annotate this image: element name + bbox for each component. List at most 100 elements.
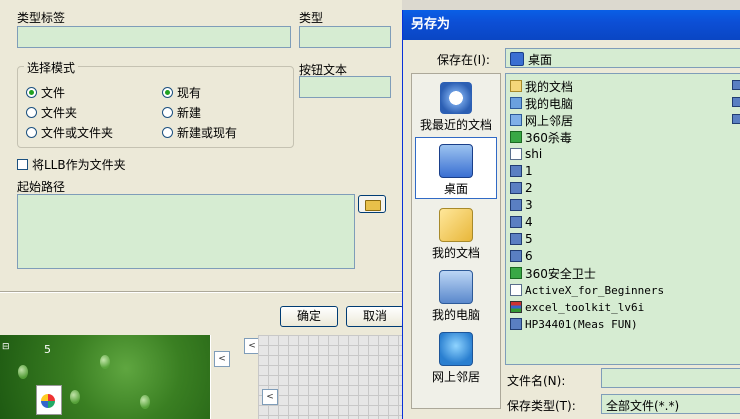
place-my-docs[interactable]: 我的文档 [412, 202, 500, 262]
shortcut-icon [510, 131, 522, 143]
list-item[interactable]: 4 [510, 214, 533, 230]
list-item[interactable]: 1 [510, 163, 533, 179]
type-label-input[interactable] [17, 26, 291, 48]
file-icon [510, 165, 522, 177]
llb-as-folder-checkbox[interactable]: 将LLB作为文件夹 [17, 156, 126, 173]
list-item[interactable]: HP34401(Meas FUN) [510, 316, 638, 332]
file-icon [732, 114, 740, 124]
radio-folder[interactable]: 文件夹 [26, 104, 77, 121]
list-item[interactable]: ActiveX_for_Beginners [510, 282, 664, 298]
desktop-icon [439, 144, 473, 178]
type-caption: 类型 [299, 11, 324, 25]
type-input[interactable] [299, 26, 391, 48]
place-desktop[interactable]: 桌面 [415, 137, 497, 199]
filename-input[interactable] [601, 368, 740, 388]
checkbox-label: 将LLB作为文件夹 [32, 158, 126, 172]
save-as-title[interactable]: 另存为 [403, 10, 740, 40]
file-icon [732, 97, 740, 107]
list-item[interactable]: 2 [510, 180, 533, 196]
radio-label: 文件 [41, 86, 66, 100]
radio-new[interactable]: 新建 [162, 104, 201, 121]
dialog-separator [0, 291, 402, 293]
recent-docs-icon [440, 82, 472, 114]
radio-label: 文件夹 [41, 106, 78, 120]
radio-file-or-folder[interactable]: 文件或文件夹 [26, 124, 113, 141]
filetype-label: 保存类型(T): [507, 399, 576, 413]
folder-icon [510, 80, 522, 92]
radio-new-or-existing[interactable]: 新建或现有 [162, 124, 237, 141]
radio-label: 文件或文件夹 [41, 126, 114, 140]
radio-file[interactable]: 文件 [26, 84, 65, 101]
file-icon [510, 199, 522, 211]
radio-dot [162, 127, 173, 138]
archive-icon [510, 301, 522, 313]
water-drop [140, 395, 150, 409]
radio-dot [162, 87, 173, 98]
water-drop [18, 365, 28, 379]
file-path-config-dialog: 类型标签 类型 选择模式 文件 文件夹 文件或文件夹 现有 新建 新建或现有 按… [0, 0, 404, 335]
cancel-button[interactable]: 取消 [346, 306, 404, 327]
radio-dot [26, 87, 37, 98]
list-item[interactable]: shi [510, 146, 542, 162]
place-label: 桌面 [443, 182, 468, 196]
save-as-dialog: 另存为 保存在(I): 桌面 我最近的文档 桌面 我的文档 我的电脑 网上邻居 … [402, 10, 740, 419]
list-item[interactable]: 我的电脑 [510, 95, 573, 111]
radio-label: 现有 [177, 86, 202, 100]
place-label: 我最近的文档 [419, 118, 492, 132]
place-label: 我的文档 [431, 246, 480, 260]
save-in-value: 桌面 [528, 53, 553, 67]
place-my-computer[interactable]: 我的电脑 [412, 264, 500, 324]
ok-button[interactable]: 确定 [280, 306, 338, 327]
background-mini-label: ⊟ [2, 342, 10, 352]
save-in-label: 保存在(I): [437, 53, 490, 67]
background-grid [258, 335, 408, 419]
scroll-left-arrow[interactable]: < [214, 351, 230, 367]
place-recent-docs[interactable]: 我最近的文档 [412, 76, 500, 136]
file-list[interactable]: 我的文档 我的电脑 网上邻居 360杀毒 shi 1 2 3 4 5 6 360… [505, 73, 740, 365]
desktop-file-icon[interactable] [36, 385, 62, 415]
place-label: 我的电脑 [431, 308, 480, 322]
my-computer-icon [439, 270, 473, 304]
water-drop [100, 355, 110, 369]
filetype-select[interactable]: 全部文件(*.*) [601, 394, 740, 414]
button-text-input[interactable] [299, 76, 391, 98]
list-item[interactable]: excel_toolkit_lv6i [510, 299, 644, 315]
shortcut-icon [510, 267, 522, 279]
network-icon [439, 332, 473, 366]
filename-label: 文件名(N): [507, 374, 566, 388]
file-icon [510, 216, 522, 228]
background-wallpaper [0, 335, 210, 419]
file-icon [510, 318, 522, 330]
checkbox-box [17, 159, 28, 170]
file-icon [510, 233, 522, 245]
my-docs-icon [439, 208, 473, 242]
file-icon [510, 284, 522, 296]
file-icon [510, 182, 522, 194]
network-icon [510, 114, 522, 126]
list-item[interactable]: 我的文档 [510, 78, 573, 94]
start-path-input[interactable] [17, 194, 355, 269]
list-item[interactable]: 360杀毒 [510, 129, 572, 145]
list-item[interactable]: 3 [510, 197, 533, 213]
scroll-left-arrow[interactable]: < [262, 389, 278, 405]
water-drop [70, 390, 80, 404]
radio-existing[interactable]: 现有 [162, 84, 201, 101]
background-page-number: 5 [44, 343, 51, 356]
radio-label: 新建 [177, 106, 202, 120]
computer-icon [510, 97, 522, 109]
list-item[interactable]: 网上邻居 [510, 112, 573, 128]
list-item[interactable]: 6 [510, 248, 533, 264]
list-item[interactable]: 5 [510, 231, 533, 247]
places-bar: 我最近的文档 桌面 我的文档 我的电脑 网上邻居 [411, 73, 501, 409]
browse-folder-button[interactable] [358, 195, 386, 213]
file-icon [510, 148, 522, 160]
radio-dot [26, 107, 37, 118]
file-icon [510, 250, 522, 262]
place-network[interactable]: 网上邻居 [412, 326, 500, 386]
folder-open-icon [365, 200, 381, 211]
list-item[interactable]: 360安全卫士 [510, 265, 596, 281]
save-in-combo[interactable]: 桌面 [505, 48, 740, 68]
start-path-caption: 起始路径 [17, 180, 66, 194]
select-mode-legend: 选择模式 [24, 59, 79, 76]
place-label: 网上邻居 [431, 370, 480, 384]
